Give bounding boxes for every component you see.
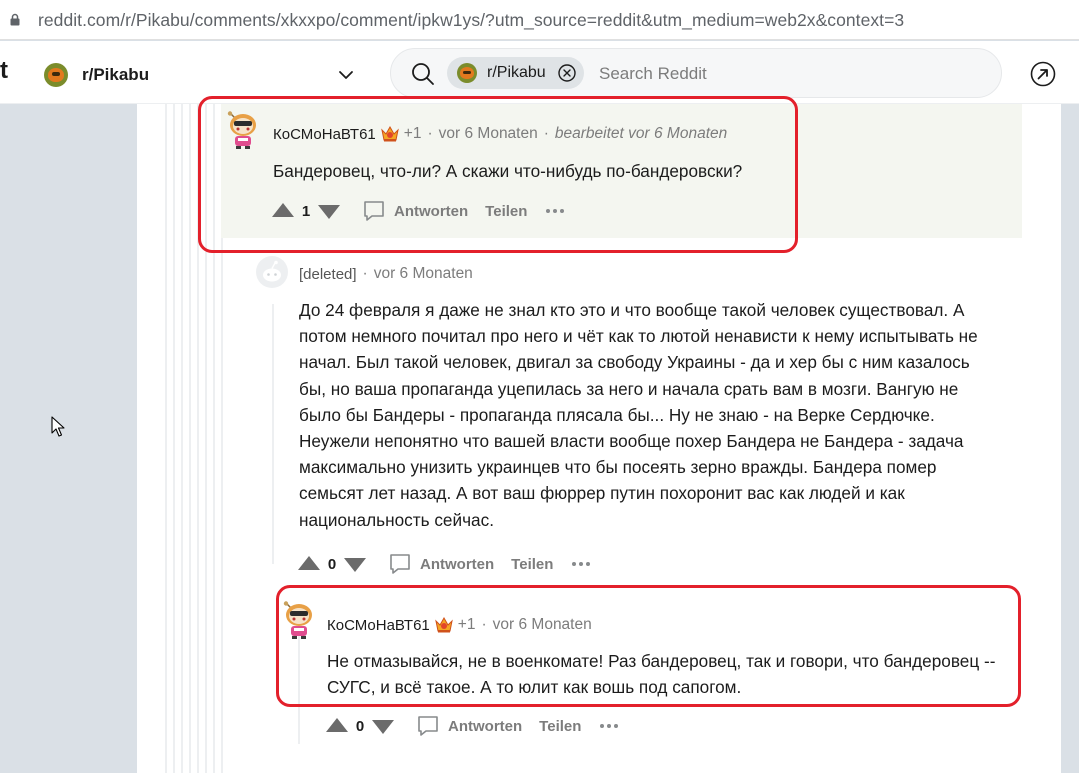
browser-url[interactable]: reddit.com/r/Pikabu/comments/xkxxpo/comm… [38, 10, 904, 31]
reply-label: Antworten [420, 555, 495, 573]
vote-count: 0 [355, 717, 365, 735]
community-name: r/Pikabu [82, 65, 150, 84]
comment-meta: КоСМоНаВТ61 +1 · vor 6 Monaten · bearbei… [273, 124, 727, 144]
subreddit-avatar [44, 63, 68, 87]
comment-author[interactable]: КоСМоНаВТ61 [327, 617, 430, 634]
user-avatar[interactable] [225, 110, 261, 150]
downvote-icon[interactable] [316, 201, 342, 221]
upvote-icon[interactable] [324, 716, 350, 736]
comment-body: До 24 февраля я даже не знал кто это и ч… [299, 300, 978, 530]
user-karma: +1 [457, 616, 476, 633]
meta-separator: · [481, 616, 487, 633]
close-icon[interactable] [558, 64, 576, 82]
comment-actions: 0 Antworten Teilen [324, 712, 620, 740]
reply-button[interactable]: Antworten [362, 199, 468, 223]
more-icon[interactable] [598, 716, 620, 736]
comment-meta: [deleted] · vor 6 Monaten [299, 265, 473, 283]
more-icon[interactable] [544, 201, 566, 221]
comment-meta: КоСМоНаВТ61 +1 · vor 6 Monaten [327, 615, 592, 635]
upvote-icon[interactable] [270, 201, 296, 221]
user-avatar[interactable] [281, 600, 317, 640]
reply-button[interactable]: Antworten [388, 552, 494, 576]
comment-time[interactable]: vor 6 Monaten [374, 265, 473, 283]
comment-body: Не отмазывайся, не в военкомате! Раз бан… [327, 651, 996, 698]
search-scope-label: r/Pikabu [487, 64, 546, 81]
reply-icon [388, 552, 412, 576]
more-icon[interactable] [570, 554, 592, 574]
lock-icon [10, 13, 20, 26]
deleted-user-avatar [256, 256, 288, 288]
reply-icon [416, 714, 440, 738]
vote-count: 1 [301, 202, 311, 220]
share-button[interactable]: Teilen [511, 556, 553, 573]
comment: [deleted] · vor 6 Monaten До 24 февраля … [249, 249, 1029, 579]
community-switcher[interactable]: r/Pikabu [44, 61, 149, 89]
flair-badge-icon [434, 615, 454, 635]
meta-separator: · [362, 265, 368, 282]
cursor-icon [51, 416, 65, 437]
user-karma: +1 [403, 125, 422, 142]
share-button[interactable]: Teilen [485, 203, 527, 220]
downvote-icon[interactable] [342, 554, 368, 574]
meta-separator: · [427, 125, 433, 142]
comment-author: [deleted] [299, 265, 357, 283]
comment-time[interactable]: vor 6 Monaten [439, 125, 538, 143]
vote-count: 0 [327, 555, 337, 573]
search-scope-chip[interactable]: r/Pikabu [447, 57, 584, 89]
comment-edited: bearbeitet vor 6 Monaten [554, 125, 728, 142]
comment-time[interactable]: vor 6 Monaten [493, 616, 592, 634]
comment: КоСМоНаВТ61 +1 · vor 6 Monaten Не отмазы… [277, 594, 1037, 744]
reddit-header: t r/Pikabu r/Pikabu [0, 41, 1079, 104]
subreddit-avatar [457, 63, 477, 83]
meta-separator: · [543, 125, 549, 142]
comment-body: Бандеровец, что-ли? А скажи что-нибудь п… [273, 161, 743, 181]
comment-highlighted: КоСМоНаВТ61 +1 · vor 6 Monaten · bearbei… [221, 104, 1022, 238]
share-button[interactable]: Teilen [539, 718, 581, 735]
chevron-down-icon[interactable] [336, 65, 356, 85]
reddit-logo-fragment[interactable]: t [0, 57, 8, 85]
browser-address-bar[interactable]: reddit.com/r/Pikabu/comments/xkxxpo/comm… [0, 0, 1079, 40]
comment-author[interactable]: КоСМоНаВТ61 [273, 126, 376, 143]
comment-thread: КоСМоНаВТ61 +1 · vor 6 Monaten · bearbei… [137, 104, 1061, 773]
downvote-icon[interactable] [370, 716, 396, 736]
search-input[interactable] [599, 61, 979, 87]
comment-actions: 0 Antworten Teilen [296, 550, 592, 578]
flair-badge-icon [380, 124, 400, 144]
share-arrow-icon[interactable] [1030, 61, 1056, 87]
upvote-icon[interactable] [296, 554, 322, 574]
search-icon [412, 63, 434, 85]
reply-button[interactable]: Antworten [416, 714, 522, 738]
reply-icon [362, 199, 386, 223]
comment-actions: 1 Antworten Teilen [270, 197, 566, 225]
reply-label: Antworten [394, 202, 469, 220]
reply-label: Antworten [448, 717, 523, 735]
search-bar[interactable]: r/Pikabu [390, 48, 1002, 98]
